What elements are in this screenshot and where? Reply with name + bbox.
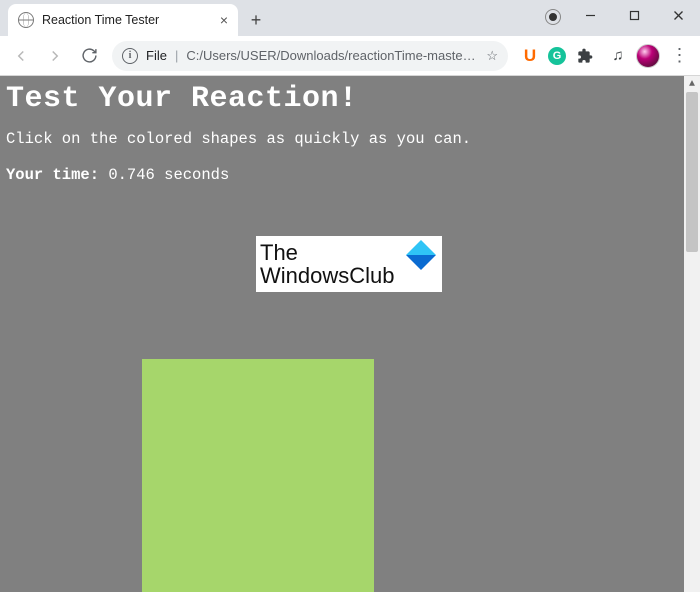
close-tab-button[interactable]: × [220,12,228,28]
instructions-text: Click on the colored shapes as quickly a… [6,130,694,148]
account-indicator-icon[interactable] [546,10,560,24]
reload-button[interactable] [74,41,104,71]
url-path: C:/Users/USER/Downloads/reactionTime-mas… [186,48,478,63]
browser-tab-active[interactable]: Reaction Time Tester × [8,4,238,36]
maximize-button[interactable] [612,0,656,30]
page-content: Test Your Reaction! Click on the colored… [0,76,700,188]
media-control-icon[interactable]: ♫ [604,42,632,70]
browser-window: Reaction Time Tester × + i [0,0,700,592]
thewindowsclub-badge: The WindowsClub [256,236,442,292]
url-scheme-label: File [146,48,167,63]
window-controls [568,0,700,30]
reaction-shape[interactable] [142,359,374,592]
timer-value: 0.746 seconds [108,166,229,184]
badge-logo-icon [406,240,436,270]
site-info-icon[interactable]: i [122,48,138,64]
page-viewport: Test Your Reaction! Click on the colored… [0,76,700,592]
titlebar: Reaction Time Tester × + [0,0,700,36]
badge-line2: WindowsClub [260,263,395,288]
tab-title: Reaction Time Tester [42,13,159,27]
toolbar: i File | C:/Users/USER/Downloads/reactio… [0,36,700,76]
scroll-up-arrow-icon[interactable]: ▲ [684,76,700,92]
extension-grammarly-icon[interactable]: G [548,47,566,65]
browser-menu-button[interactable]: ⋮ [664,41,694,71]
extension-u-icon[interactable]: U [516,42,544,70]
profile-avatar[interactable] [636,44,660,68]
vertical-scrollbar[interactable]: ▲ [684,76,700,592]
back-button[interactable] [6,41,36,71]
timer-readout: Your time: 0.746 seconds [6,166,694,184]
globe-icon [18,12,34,28]
extensions-puzzle-icon[interactable] [570,41,600,71]
badge-text: The WindowsClub [260,241,395,287]
forward-button[interactable] [40,41,70,71]
timer-label: Your time: [6,166,99,184]
scroll-thumb[interactable] [686,92,698,252]
page-title: Test Your Reaction! [6,82,694,116]
url-separator: | [175,48,178,63]
minimize-button[interactable] [568,0,612,30]
new-tab-button[interactable]: + [242,6,270,34]
badge-line1: The [260,240,298,265]
bookmark-star-icon[interactable]: ☆ [486,48,498,64]
address-bar[interactable]: i File | C:/Users/USER/Downloads/reactio… [112,41,508,71]
close-window-button[interactable] [656,0,700,30]
